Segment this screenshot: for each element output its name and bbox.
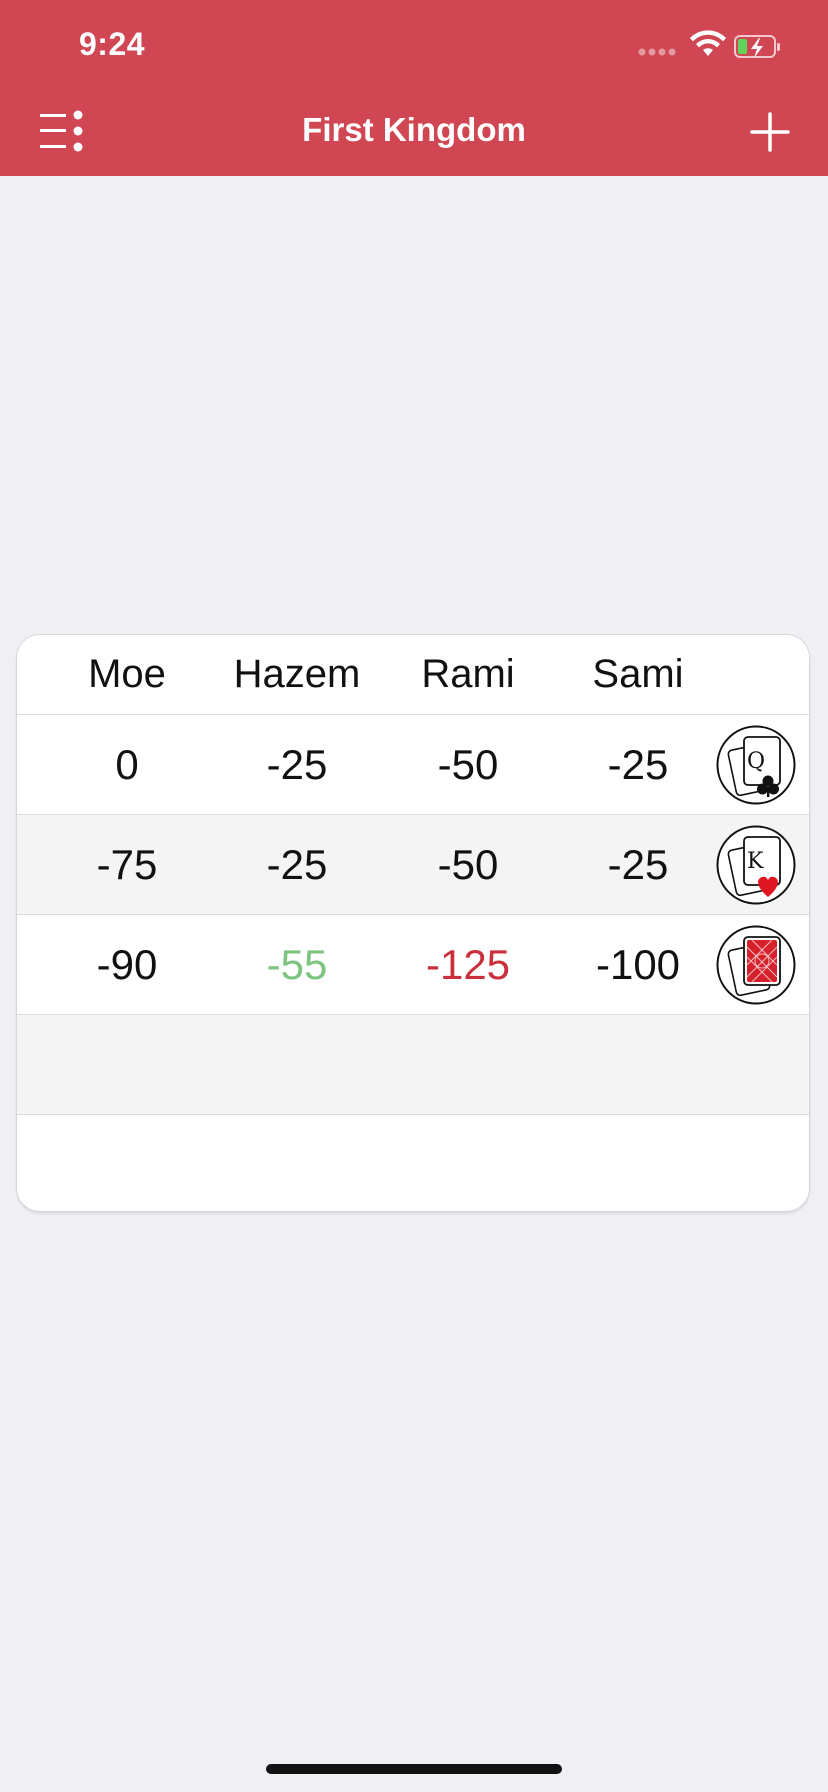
score-cell: -25 [607,740,669,788]
score-cell: 0 [115,740,139,788]
svg-text:K: K [747,849,764,874]
player-name: Hazem [233,652,361,696]
menu-button[interactable] [38,110,86,154]
battery-charging-icon [734,35,780,58]
player-name: Sami [592,652,684,696]
table-row-empty [17,1115,809,1211]
score-cell: -25 [266,840,328,888]
score-cell: -90 [96,940,158,988]
home-indicator[interactable] [266,1764,562,1774]
signal-icon [638,48,676,56]
king-of-hearts-icon[interactable]: K [716,825,796,905]
score-cell: -100 [595,940,681,988]
score-cell: -50 [437,840,499,888]
status-time: 9:24 [79,26,146,62]
player-header-row: Moe Hazem Rami Sami [17,635,809,715]
table-row[interactable]: 0 -25 -50 -25 Q [17,715,809,815]
score-cell: -25 [607,840,669,888]
status-icons [638,30,780,58]
add-round-button[interactable] [748,110,792,154]
score-cell: -75 [96,840,158,888]
player-name: Moe [88,652,166,696]
navigation-header: 9:24 First Kingdom [0,0,828,176]
plus-icon [750,112,790,152]
card-back-icon[interactable] [716,925,796,1005]
score-cell: -50 [437,740,499,788]
score-cell-worst: -125 [425,940,511,988]
queen-of-clubs-icon[interactable]: Q [716,725,796,805]
table-row[interactable]: -75 -25 -50 -25 K [17,815,809,915]
list-menu-icon [40,110,83,152]
wifi-icon [690,30,726,56]
score-cell-best: -55 [266,940,328,988]
table-row-empty [17,1015,809,1115]
table-row[interactable]: -90 -55 -125 -100 [17,915,809,1015]
page-title: First Kingdom [302,111,526,148]
player-name: Rami [421,652,515,696]
score-table: Moe Hazem Rami Sami 0 -25 -50 -25 Q -75 … [16,634,810,1212]
score-cell: -25 [266,740,328,788]
svg-text:Q: Q [747,749,765,774]
